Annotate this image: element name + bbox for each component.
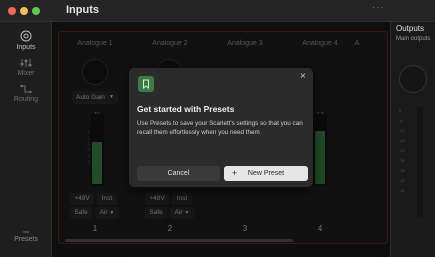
- outputs-title: Outputs: [396, 24, 425, 33]
- title-bar: Inputs ···: [0, 0, 435, 22]
- presets-label: Presets: [14, 236, 38, 243]
- close-window-button[interactable]: [8, 7, 16, 15]
- sidebar-item-mixer[interactable]: Mixer: [0, 58, 52, 77]
- maximize-window-button[interactable]: [32, 7, 40, 15]
- mixer-icon: [20, 59, 32, 67]
- close-icon[interactable]: ×: [300, 71, 306, 82]
- meter-tick: -30: [399, 158, 405, 163]
- new-preset-button[interactable]: + New Preset: [224, 166, 308, 181]
- cancel-button[interactable]: Cancel: [137, 166, 220, 181]
- meter-tick: -24: [399, 148, 405, 153]
- output-meter-scale: 0 -6 -12 -18 -24 -30 -36 -42 -48: [399, 106, 405, 196]
- inputs-icon: [20, 30, 32, 42]
- main-output-knob[interactable]: [399, 65, 427, 93]
- new-preset-label: New Preset: [247, 170, 285, 177]
- dialog-body: Use Presets to save your Scarlett's sett…: [137, 120, 303, 136]
- sidebar-presets[interactable]: Presets: [0, 230, 52, 243]
- sidebar-item-inputs[interactable]: Inputs: [0, 30, 52, 51]
- presets-icon: [23, 231, 29, 233]
- meter-tick: -36: [399, 168, 405, 173]
- presets-dialog: × Get started with Presets Use Presets t…: [129, 68, 313, 187]
- bookmark-icon: [138, 76, 154, 92]
- meter-tick: -18: [399, 138, 405, 143]
- sidebar: Inputs Mixer Routing Presets: [0, 22, 52, 257]
- output-meter: [417, 107, 423, 217]
- sidebar-item-label: Routing: [13, 96, 39, 103]
- meter-tick: 0: [399, 108, 402, 113]
- window-title: Inputs: [66, 4, 99, 16]
- sidebar-item-label: Mixer: [17, 70, 35, 77]
- outputs-panel: Outputs Main outputs 0 -6 -12 -18 -24 -3…: [390, 22, 435, 257]
- sidebar-item-label: Inputs: [16, 44, 36, 51]
- routing-icon: [20, 84, 32, 94]
- meter-tick: -42: [399, 178, 405, 183]
- plus-icon: +: [232, 168, 238, 178]
- meter-tick: -48: [399, 188, 405, 193]
- sidebar-item-routing[interactable]: Routing: [0, 84, 52, 103]
- minimize-window-button[interactable]: [20, 7, 28, 15]
- meter-tick: -12: [399, 128, 405, 133]
- outputs-subtitle: Main outputs: [396, 36, 431, 42]
- dialog-title: Get started with Presets: [137, 104, 235, 114]
- meter-tick: -6: [399, 118, 403, 123]
- more-options-icon[interactable]: ···: [372, 2, 385, 13]
